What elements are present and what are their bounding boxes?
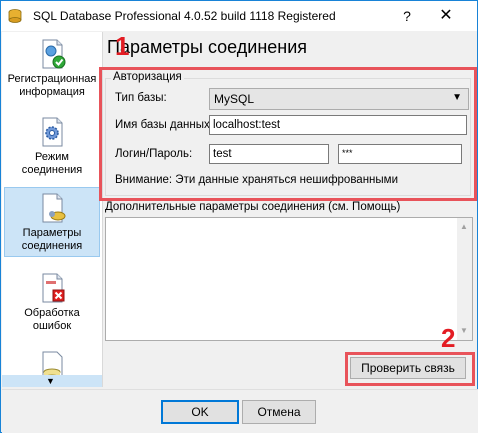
page-title: Параметры соединения — [107, 37, 308, 57]
certificate-check-icon — [42, 39, 66, 69]
sidebar-item-label: Регистрационная информация — [7, 73, 97, 98]
sidebar-scroll-down[interactable]: ▼ — [2, 375, 102, 387]
db-type-select[interactable]: MySQL ▼ — [209, 88, 469, 110]
gear-document-icon — [42, 117, 63, 147]
chevron-down-icon[interactable]: ▼ — [460, 326, 468, 335]
sidebar-item-label: Обработка ошибок — [24, 307, 80, 332]
title-bar: SQL Database Professional 4.0.52 build 1… — [1, 1, 477, 31]
advanced-params-textarea[interactable] — [105, 217, 473, 341]
password-input[interactable]: *** — [338, 144, 462, 164]
help-button[interactable]: ? — [395, 6, 419, 26]
footer-bar — [2, 389, 478, 433]
chevron-down-icon: ▼ — [452, 92, 462, 103]
test-connection-button[interactable]: Проверить связь — [350, 357, 466, 379]
close-button[interactable]: ✕ — [431, 6, 461, 26]
auth-group-legend: Авторизация — [111, 71, 184, 83]
advanced-params-label: Дополнительные параметры соединения (см.… — [105, 201, 401, 213]
login-input[interactable]: test — [209, 144, 329, 164]
sidebar-item-registration[interactable]: Регистрационная информация — [4, 38, 100, 102]
sidebar-item-error-handling[interactable]: Обработка ошибок — [4, 272, 100, 336]
db-type-value: MySQL — [214, 92, 255, 106]
app-icon — [8, 9, 22, 23]
sidebar-item-connection-params[interactable]: Параметры соединения — [4, 187, 100, 257]
dialog-window: SQL Database Professional 4.0.52 build 1… — [0, 0, 478, 433]
warning-text: Внимание: Эти данные храняться нешифрова… — [115, 174, 398, 186]
sidebar: Регистрационная информация Режим соедине… — [2, 32, 103, 387]
annotation-number-1: 1 — [115, 31, 130, 61]
chevron-up-icon[interactable]: ▲ — [460, 222, 468, 231]
ok-button[interactable]: OK — [161, 400, 239, 424]
sidebar-item-label: Параметры соединения — [21, 227, 83, 252]
cancel-button[interactable]: Отмена — [242, 400, 316, 424]
sidebar-item-connection-mode[interactable]: Режим соединения — [4, 116, 100, 180]
db-type-label: Тип базы: — [115, 92, 167, 104]
error-document-icon — [42, 273, 65, 303]
login-label: Логин/Пароль: — [115, 148, 193, 160]
annotation-number-2: 2 — [441, 323, 456, 353]
db-name-label: Имя базы данных: — [115, 119, 213, 131]
sidebar-item-label: Режим соединения — [21, 151, 83, 176]
chevron-down-icon: ▼ — [46, 376, 55, 386]
db-name-input[interactable]: localhost:test — [209, 115, 467, 135]
document-settings-icon — [42, 193, 66, 223]
textarea-scrollbar[interactable]: ▲ ▼ — [457, 218, 472, 340]
window-title: SQL Database Professional 4.0.52 build 1… — [33, 9, 336, 23]
